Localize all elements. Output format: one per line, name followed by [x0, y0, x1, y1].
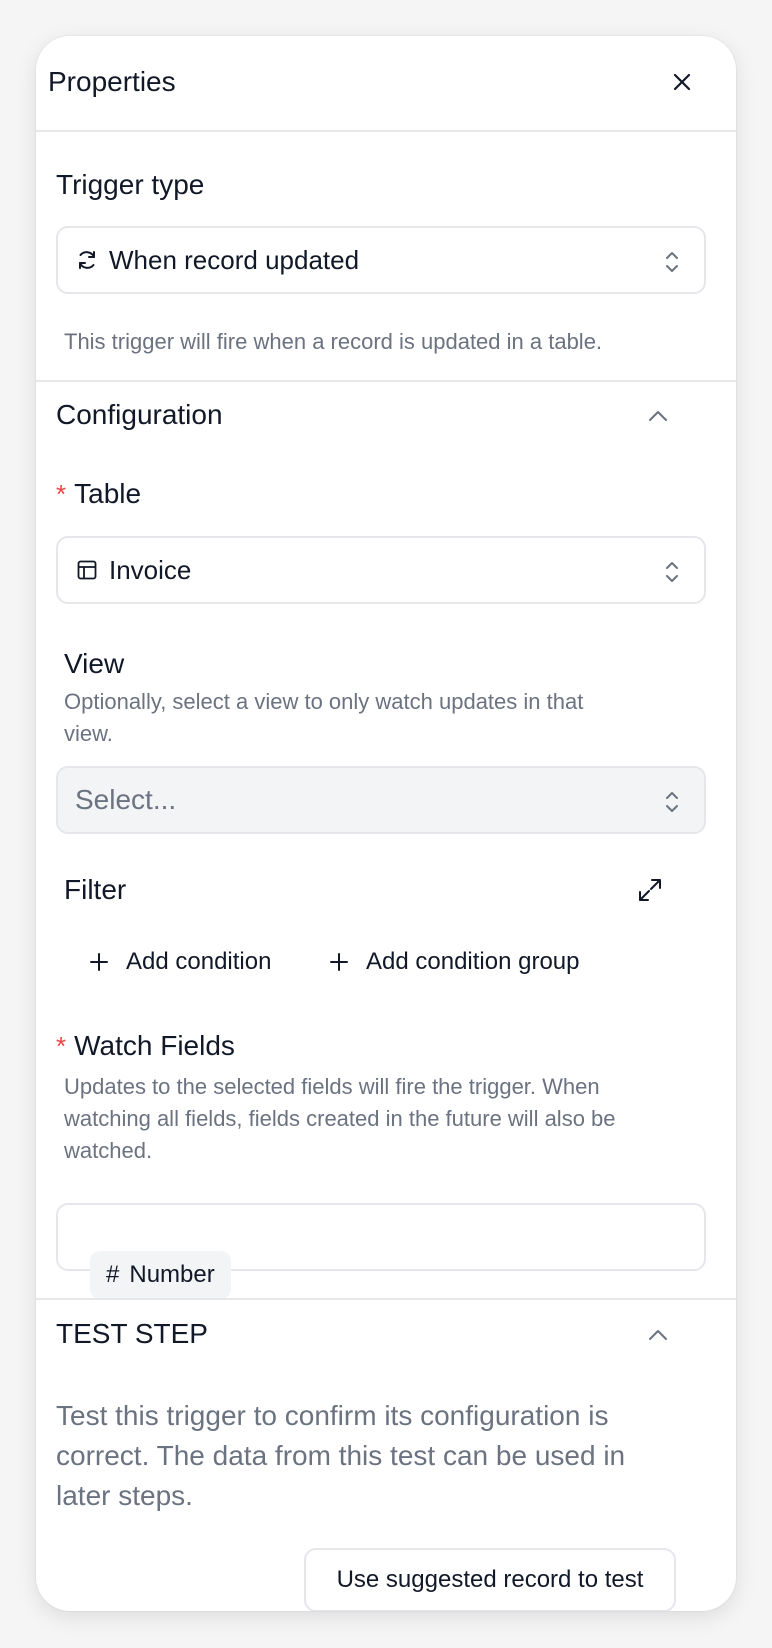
watch-fields-help-line: watching all fields, fields created in t… — [64, 1106, 616, 1131]
view-placeholder: Select... — [75, 784, 177, 815]
required-indicator: * — [56, 1030, 67, 1061]
hash-icon: # — [106, 1261, 120, 1288]
add-condition-group-label: Add condition group — [366, 948, 580, 975]
properties-panel: Properties Trigger type When record upda… — [36, 36, 736, 1611]
view-help-line: view. — [64, 721, 113, 746]
chevron-up-icon — [649, 411, 667, 421]
table-icon — [75, 558, 99, 582]
filter-expand-button[interactable] — [636, 876, 664, 904]
use-suggested-record-button[interactable]: Use suggested record to test — [304, 1548, 676, 1611]
table-select[interactable]: Invoice — [56, 536, 706, 604]
required-indicator: * — [56, 478, 67, 509]
watch-fields-help-line: watched. — [64, 1138, 153, 1163]
test-step-title: TEST STEP — [56, 1318, 208, 1349]
configuration-divider — [36, 1298, 736, 1300]
field-chip-label: Number — [129, 1261, 215, 1288]
trigger-type-description: This trigger will fire when a record is … — [64, 329, 603, 354]
field-chip-number[interactable]: # Number — [90, 1251, 231, 1299]
panel-title: Properties — [48, 66, 176, 97]
chevron-up-down-icon — [666, 252, 678, 272]
trigger-type-select[interactable]: When record updated — [56, 226, 706, 294]
plus-icon — [90, 953, 108, 971]
table-value: Invoice — [109, 554, 192, 585]
configuration-collapse-button[interactable] — [644, 402, 672, 430]
test-step-description-line: later steps. — [56, 1480, 193, 1511]
view-help-text: Optionally, select a view to only watch … — [64, 686, 583, 750]
add-condition-group-button[interactable]: Add condition group — [328, 948, 580, 976]
chevron-up-icon — [649, 1330, 667, 1340]
expand-icon — [639, 879, 661, 901]
test-step-description-line: Test this trigger to confirm its configu… — [56, 1400, 609, 1431]
header-divider — [36, 130, 736, 132]
watch-fields-help-line: Updates to the selected fields will fire… — [64, 1074, 600, 1099]
test-step-description: Test this trigger to confirm its configu… — [56, 1396, 625, 1516]
configuration-title: Configuration — [56, 399, 223, 430]
trigger-type-value: When record updated — [109, 244, 360, 275]
test-step-collapse-button[interactable] — [644, 1321, 672, 1349]
refresh-icon — [75, 248, 99, 272]
trigger-divider — [36, 380, 736, 382]
table-label: Table — [74, 478, 142, 509]
watch-fields-help-text: Updates to the selected fields will fire… — [64, 1071, 616, 1167]
view-help-line: Optionally, select a view to only watch … — [64, 689, 584, 714]
chevron-up-down-icon — [666, 792, 678, 812]
test-step-description-line: correct. The data from this test can be … — [56, 1440, 626, 1471]
table-field-label: * Table — [56, 478, 141, 510]
chevron-up-down-icon — [666, 562, 678, 582]
add-condition-label: Add condition — [126, 948, 272, 975]
view-select[interactable]: Select... — [56, 766, 706, 834]
add-condition-button[interactable]: Add condition — [88, 948, 271, 976]
watch-fields-label: Watch Fields — [74, 1030, 235, 1061]
filter-label: Filter — [64, 874, 127, 905]
trigger-type-label: Trigger type — [56, 169, 205, 200]
plus-icon — [330, 953, 348, 971]
close-button[interactable] — [664, 64, 700, 100]
view-label: View — [64, 648, 125, 679]
watch-fields-field-label: * Watch Fields — [56, 1030, 235, 1062]
close-icon — [673, 73, 691, 91]
